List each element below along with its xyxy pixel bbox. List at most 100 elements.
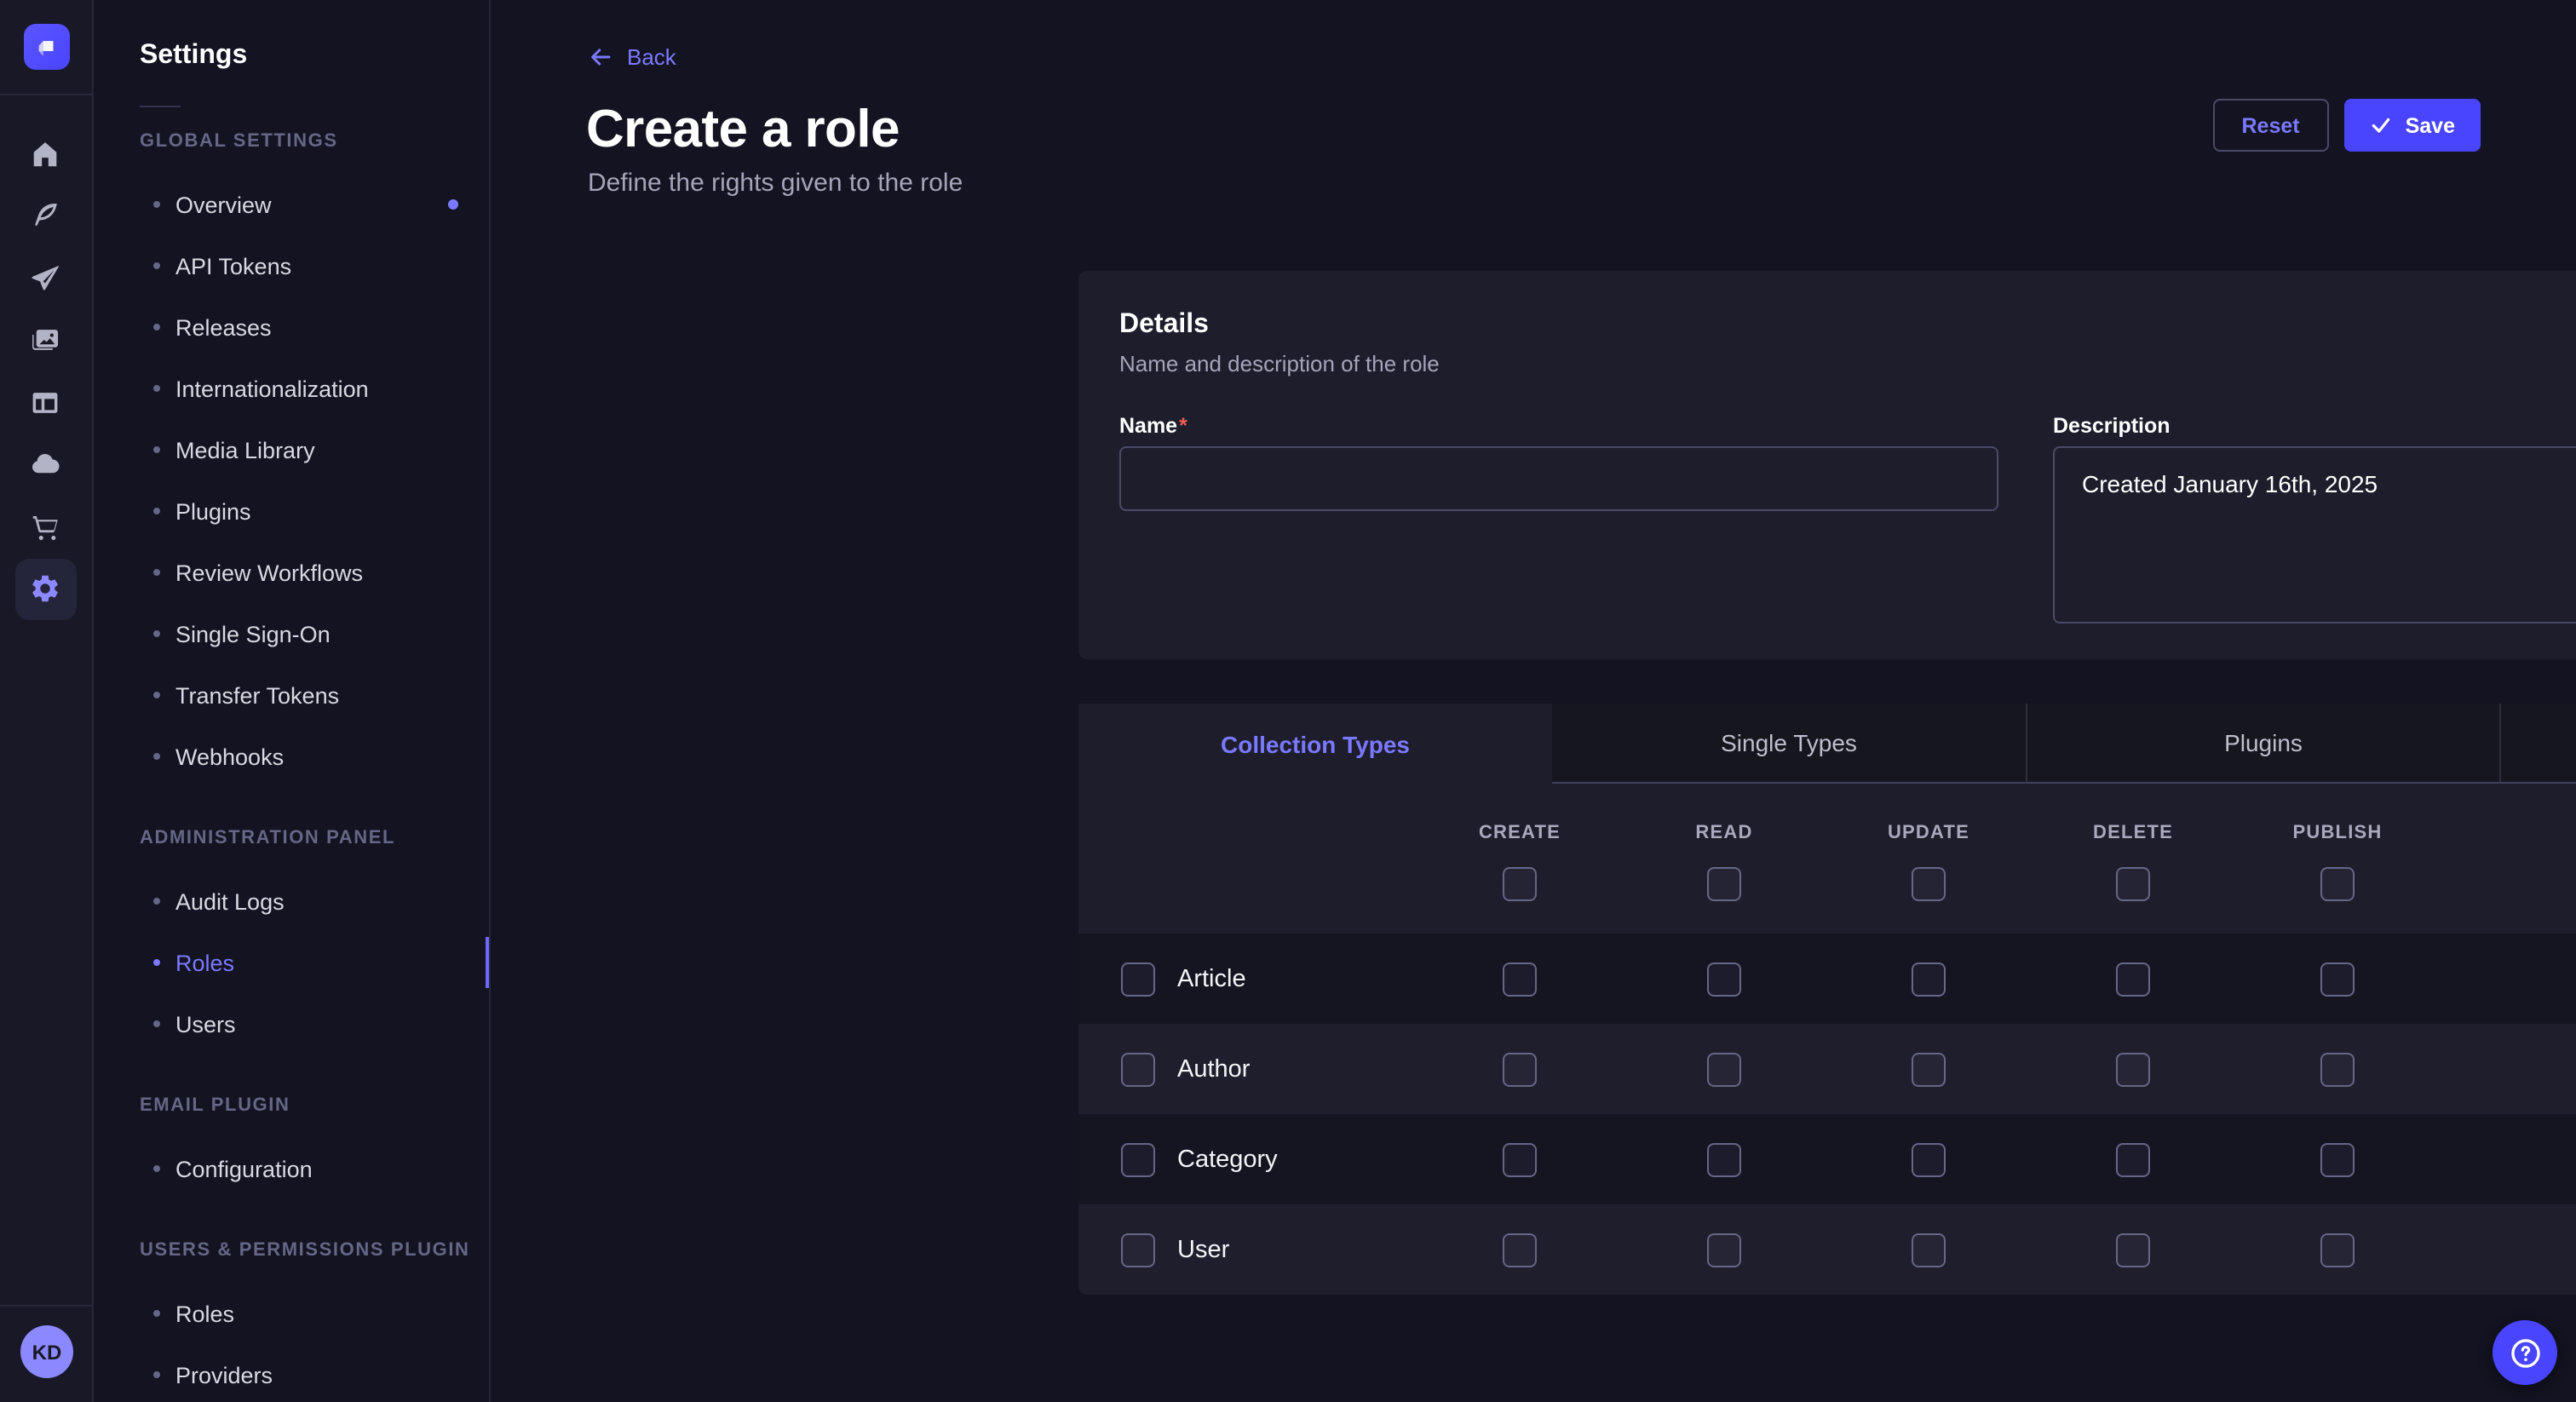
- nav-item-label: Roles: [175, 1301, 234, 1326]
- save-button[interactable]: Save: [2344, 99, 2481, 152]
- permission-checkbox-category-publish[interactable]: [2320, 1142, 2355, 1176]
- select-all-read-checkbox[interactable]: [1707, 867, 1741, 901]
- name-input[interactable]: [1119, 446, 1998, 511]
- settings-nav-item-api-tokens[interactable]: API Tokens: [95, 235, 489, 296]
- settings-title-rule: [140, 106, 181, 107]
- column-header-update: UPDATE: [1888, 823, 1969, 843]
- permission-checkbox-author-create[interactable]: [1503, 1052, 1537, 1086]
- nav-section-administration-panel: ADMINISTRATION PANEL: [140, 828, 489, 848]
- content-type-label: Category: [1155, 1146, 1417, 1173]
- settings-nav-item-transfer-tokens[interactable]: Transfer Tokens: [95, 664, 489, 726]
- logo-area: [0, 0, 92, 95]
- select-all-create-checkbox[interactable]: [1503, 867, 1537, 901]
- settings-nav-item-single-sign-on[interactable]: Single Sign-On: [95, 603, 489, 664]
- permission-checkbox-user-create[interactable]: [1503, 1232, 1537, 1267]
- permission-checkbox-article-publish[interactable]: [2320, 962, 2355, 996]
- nav-item-label: Providers: [175, 1362, 273, 1388]
- strapi-logo[interactable]: [23, 24, 69, 70]
- tab-plugins[interactable]: Plugins: [2026, 704, 2499, 784]
- permissions-card: Collection TypesSingle TypesPluginsSetti…: [1078, 704, 2576, 1295]
- media-library-icon: [29, 324, 61, 356]
- permission-checkbox-author-publish[interactable]: [2320, 1052, 2355, 1086]
- settings-nav-item-media-library[interactable]: Media Library: [95, 419, 489, 480]
- rail-feather-pen-icon-button[interactable]: [14, 185, 76, 246]
- bullet-icon: [153, 1371, 160, 1378]
- permissions-tabs: Collection TypesSingle TypesPluginsSetti…: [1078, 704, 2576, 784]
- page-title: Create a role: [586, 99, 900, 160]
- settings-nav-item-plugins[interactable]: Plugins: [95, 480, 489, 542]
- check-icon: [2370, 114, 2392, 136]
- settings-nav-item-review-workflows[interactable]: Review Workflows: [95, 542, 489, 603]
- settings-nav-item-configuration[interactable]: Configuration: [95, 1138, 489, 1199]
- permission-checkbox-category-read[interactable]: [1707, 1142, 1741, 1176]
- nav-item-label: Review Workflows: [175, 560, 363, 585]
- rail-paper-plane-icon-button[interactable]: [14, 247, 76, 308]
- settings-nav-item-users[interactable]: Users: [95, 993, 489, 1054]
- back-link[interactable]: Back: [588, 44, 676, 70]
- settings-nav-item-releases[interactable]: Releases: [95, 296, 489, 358]
- permission-checkbox-author-read[interactable]: [1707, 1052, 1741, 1086]
- permission-checkbox-user-delete[interactable]: [2116, 1232, 2150, 1267]
- tab-collection-types[interactable]: Collection Types: [1078, 704, 1552, 784]
- settings-nav-item-overview[interactable]: Overview: [95, 174, 489, 235]
- column-header-create: CREATE: [1479, 823, 1561, 843]
- rail-cloud-icon-button[interactable]: [14, 434, 76, 495]
- settings-nav-item-audit-logs[interactable]: Audit Logs: [95, 871, 489, 932]
- settings-nav-item-roles[interactable]: Roles: [95, 1283, 489, 1344]
- tab-settings[interactable]: Settings: [2499, 704, 2576, 784]
- tab-single-types[interactable]: Single Types: [1552, 704, 2026, 784]
- rail-media-library-icon-button[interactable]: [14, 309, 76, 371]
- select-all-publish-checkbox[interactable]: [2320, 867, 2355, 901]
- nav-item-label: Plugins: [175, 498, 251, 524]
- settings-nav-item-webhooks[interactable]: Webhooks: [95, 726, 489, 787]
- select-row-author-checkbox[interactable]: [1121, 1052, 1155, 1086]
- help-button[interactable]: [2493, 1320, 2557, 1385]
- paper-plane-icon: [29, 261, 61, 294]
- permission-checkbox-article-update[interactable]: [1912, 962, 1946, 996]
- cloud-icon: [29, 448, 61, 480]
- rail-content-manager-icon-button[interactable]: [14, 371, 76, 433]
- reset-button[interactable]: Reset: [2213, 99, 2329, 152]
- content-type-label: Author: [1155, 1055, 1417, 1083]
- nav-item-label: Users: [175, 1011, 236, 1037]
- nav-item-label: Webhooks: [175, 744, 284, 769]
- select-all-delete-checkbox[interactable]: [2116, 867, 2150, 901]
- description-label: Description: [2053, 414, 2576, 438]
- details-card: Details Name and description of the role…: [1078, 271, 2576, 659]
- permission-checkbox-article-read[interactable]: [1707, 962, 1741, 996]
- permission-checkbox-article-delete[interactable]: [2116, 962, 2150, 996]
- help-icon: [2507, 1335, 2543, 1370]
- bullet-icon: [153, 692, 160, 698]
- permission-checkbox-author-update[interactable]: [1912, 1052, 1946, 1086]
- description-textarea[interactable]: Created January 16th, 2025: [2053, 446, 2576, 623]
- home-icon: [29, 137, 61, 170]
- permission-checkbox-author-delete[interactable]: [2116, 1052, 2150, 1086]
- bullet-icon: [153, 959, 160, 966]
- permission-checkbox-user-publish[interactable]: [2320, 1232, 2355, 1267]
- select-row-user-checkbox[interactable]: [1121, 1232, 1155, 1267]
- select-row-article-checkbox[interactable]: [1121, 962, 1155, 996]
- nav-item-label: Configuration: [175, 1156, 313, 1181]
- user-avatar[interactable]: KD: [20, 1325, 73, 1378]
- rail-marketplace-cart-icon-button[interactable]: [14, 496, 76, 557]
- settings-nav-item-roles[interactable]: Roles: [95, 932, 489, 993]
- settings-nav-item-providers[interactable]: Providers: [95, 1344, 489, 1402]
- nav-item-label: Transfer Tokens: [175, 682, 339, 708]
- rail-home-icon-button[interactable]: [14, 123, 76, 184]
- column-header-publish: PUBLISH: [2293, 823, 2383, 843]
- permission-checkbox-category-create[interactable]: [1503, 1142, 1537, 1176]
- nav-item-label: Media Library: [175, 437, 315, 463]
- permission-checkbox-category-delete[interactable]: [2116, 1142, 2150, 1176]
- bullet-icon: [153, 324, 160, 330]
- select-all-update-checkbox[interactable]: [1912, 867, 1946, 901]
- settings-nav-item-internationalization[interactable]: Internationalization: [95, 358, 489, 419]
- permission-checkbox-category-update[interactable]: [1912, 1142, 1946, 1176]
- nav-item-label: Roles: [175, 950, 234, 975]
- select-row-category-checkbox[interactable]: [1121, 1142, 1155, 1176]
- permission-checkbox-user-read[interactable]: [1707, 1232, 1741, 1267]
- permission-checkbox-user-update[interactable]: [1912, 1232, 1946, 1267]
- permission-checkbox-article-create[interactable]: [1503, 962, 1537, 996]
- settings-sidebar-title: Settings: [140, 41, 489, 72]
- nav-section-global-settings: GLOBAL SETTINGS: [140, 131, 489, 152]
- rail-settings-gear-icon-button[interactable]: [14, 558, 76, 619]
